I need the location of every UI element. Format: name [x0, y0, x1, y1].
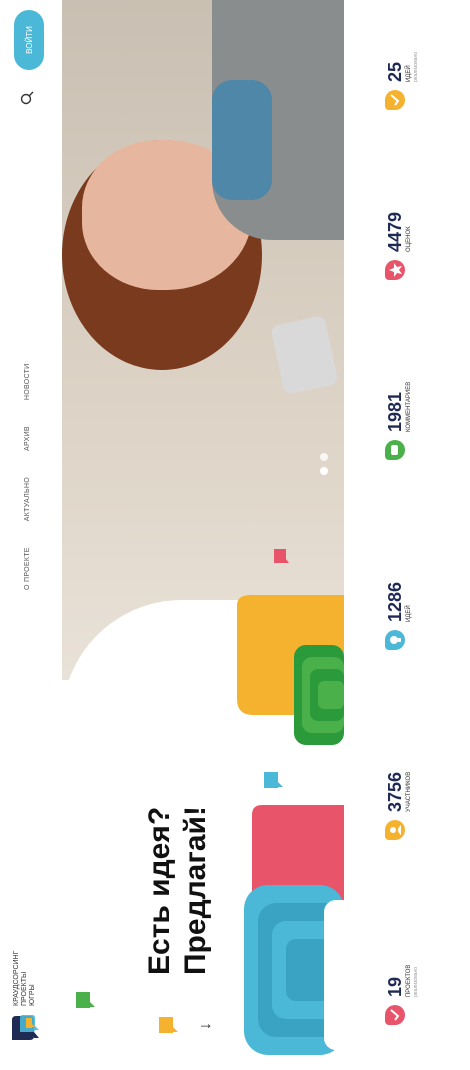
stat-ratings: 4479 ОЦЕНОК	[385, 212, 413, 280]
green-bubble-small-icon	[74, 990, 101, 1010]
stat-label: ИДЕЙ	[406, 65, 412, 82]
stat-number: 19	[385, 976, 405, 997]
idea-done-bubble-icon	[385, 90, 405, 110]
stat-label: КОММЕНТАРИЕВ	[406, 381, 412, 432]
scroll-down-arrow-icon[interactable]: ↓	[197, 1022, 215, 1030]
logo-mark-icon	[10, 1014, 40, 1042]
comment-bubble-icon	[385, 440, 405, 460]
stat-number: 25	[385, 61, 405, 82]
stat-number: 1981	[385, 391, 405, 432]
stat-label: ПРОЕКТОВ	[406, 964, 412, 997]
site-logo[interactable]: КРАУДСОРСИНГ ПРОЕКТЫ ЮГРЫ	[10, 946, 40, 1042]
hero-banner: Есть идея? Предлагай! ↓	[62, 0, 344, 1070]
stat-sub: реализовано	[413, 52, 419, 82]
nav-item-archive[interactable]: АРХИВ	[24, 426, 31, 451]
blue-bubble-small-icon	[262, 770, 289, 790]
check-bubble-icon	[385, 1005, 405, 1025]
nav-item-about[interactable]: О ПРОЕКТЕ	[24, 547, 31, 590]
nav-item-actual[interactable]: АКТУАЛЬНО	[24, 477, 31, 521]
carousel-dots	[320, 453, 328, 475]
hero-title-line-2: Предлагай!	[179, 806, 212, 975]
nav-item-news[interactable]: НОВОСТИ	[24, 363, 31, 400]
orange-bubble-small-icon	[157, 1015, 184, 1035]
bulb-bubble-icon	[385, 630, 405, 650]
stat-projects: 19 ПРОЕКТОВ реализовано	[385, 965, 420, 1025]
logo-line-1: КРАУДСОРСИНГ	[13, 950, 20, 1006]
rating-bubble-icon	[385, 260, 405, 280]
hero-photo-collar	[212, 80, 272, 200]
stat-comments: 1981 КОММЕНТАРИЕВ	[385, 382, 413, 460]
stat-label: ИДЕЙ	[406, 605, 412, 622]
header: КРАУДСОРСИНГ ПРОЕКТЫ ЮГРЫ О ПРОЕКТЕ АКТУ…	[0, 0, 62, 1070]
stat-number: 1286	[385, 581, 405, 622]
red-bubble-small-icon	[272, 547, 295, 565]
stat-sub: реализовано	[413, 967, 419, 997]
login-button[interactable]: ВОЙТИ	[14, 10, 44, 70]
stat-label: ОЦЕНОК	[406, 226, 412, 252]
stat-number: 4479	[385, 211, 405, 252]
stat-number: 3756	[385, 771, 405, 812]
search-icon[interactable]	[20, 91, 34, 105]
logo-line-3: ЮГРЫ	[29, 984, 36, 1006]
stat-implemented-ideas: 25 ИДЕЙ реализовано	[385, 52, 420, 110]
logo-line-2: ПРОЕКТЫ	[21, 971, 28, 1006]
green-concentric-shape	[294, 645, 344, 745]
page: КРАУДСОРСИНГ ПРОЕКТЫ ЮГРЫ О ПРОЕКТЕ АКТУ…	[0, 0, 470, 1070]
carousel-dot-1[interactable]	[320, 467, 328, 475]
logo-text: КРАУДСОРСИНГ ПРОЕКТЫ ЮГРЫ	[13, 946, 37, 1006]
stats-bar: 19 ПРОЕКТОВ реализовано 3756 УЧАСТНИКОВ …	[360, 0, 470, 1070]
main-nav: О ПРОЕКТЕ АКТУАЛЬНО АРХИВ НОВОСТИ	[24, 363, 31, 590]
white-card-bottom	[324, 900, 344, 1050]
hero-title: Есть идея? Предлагай!	[142, 715, 214, 975]
hero-title-line-1: Есть идея?	[143, 806, 176, 975]
user-bubble-icon	[385, 820, 405, 840]
stat-ideas: 1286 ИДЕЙ	[385, 582, 413, 650]
carousel-dot-2[interactable]	[320, 453, 328, 461]
stat-label: УЧАСТНИКОВ	[406, 771, 412, 812]
stat-participants: 3756 УЧАСТНИКОВ	[385, 772, 413, 840]
